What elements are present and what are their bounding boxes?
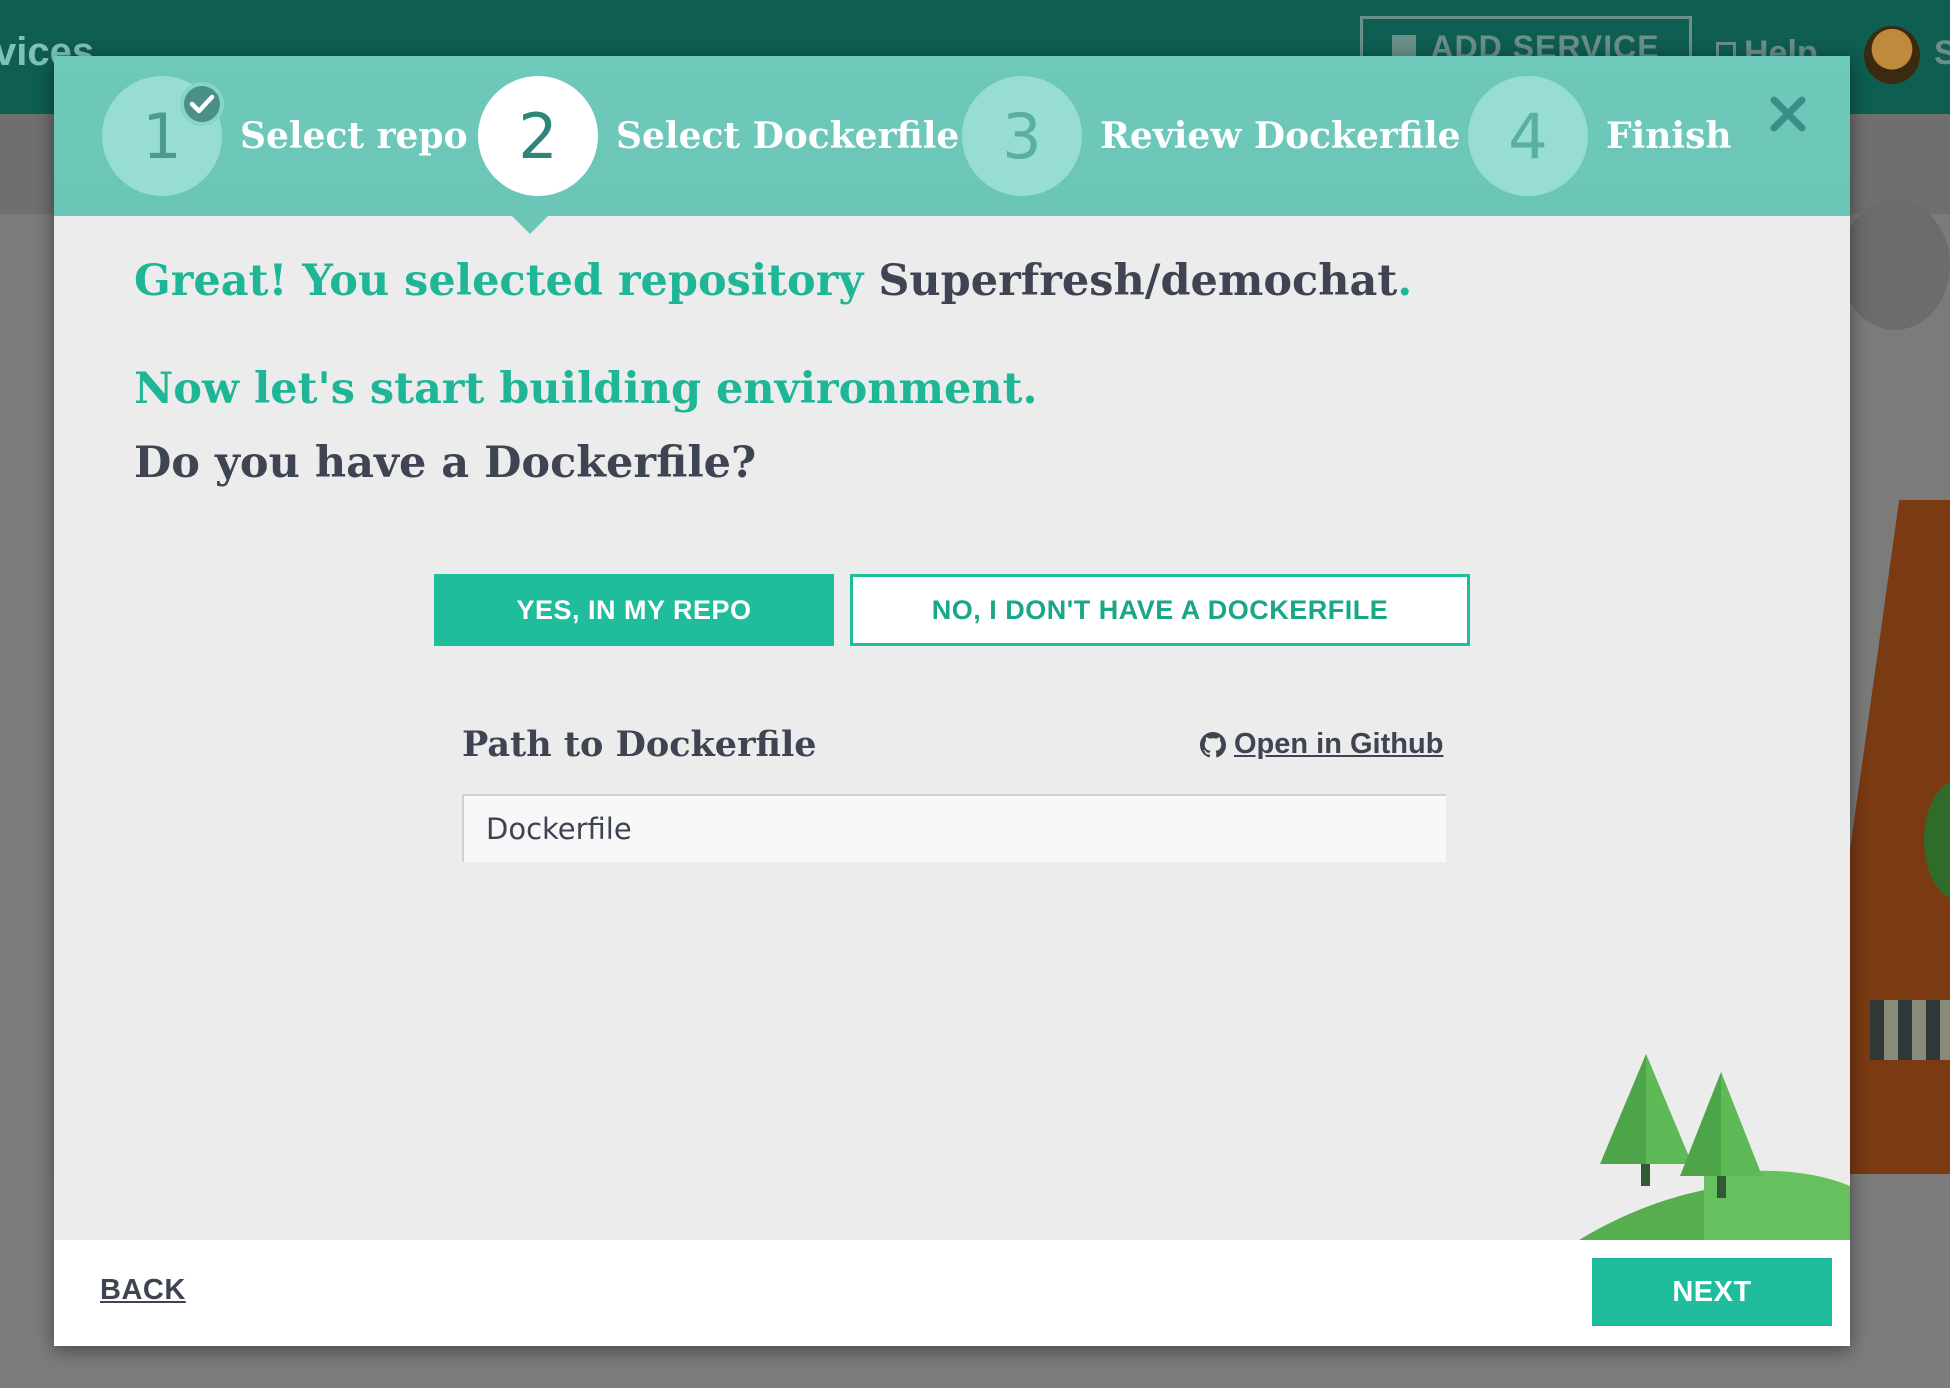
open-in-github-label: Open in Github bbox=[1234, 728, 1444, 760]
checker-illustration bbox=[1870, 1000, 1950, 1060]
step-select-repo[interactable]: 1 Select repo bbox=[102, 76, 468, 196]
step-label: Select repo bbox=[240, 115, 468, 157]
step-number: 3 bbox=[1002, 99, 1042, 173]
step-select-dockerfile[interactable]: 2 Select Dockerfile bbox=[478, 76, 959, 196]
open-in-github-link[interactable]: Open in Github bbox=[1200, 728, 1443, 761]
step-review-dockerfile[interactable]: 3 Review Dockerfile bbox=[962, 76, 1461, 196]
no-dockerfile-button[interactable]: NO, I DON'T HAVE A DOCKERFILE bbox=[850, 574, 1470, 646]
dockerfile-path-input[interactable] bbox=[462, 794, 1446, 862]
yes-in-my-repo-button[interactable]: YES, IN MY REPO bbox=[434, 574, 834, 646]
cloud-illustration bbox=[1840, 200, 1950, 330]
step-number-circle: 3 bbox=[962, 76, 1082, 196]
github-icon bbox=[1200, 731, 1226, 757]
selected-repo-heading: Great! You selected repository Superfres… bbox=[134, 256, 1412, 306]
step-number: 4 bbox=[1508, 99, 1548, 173]
step-number-circle: 1 bbox=[102, 76, 224, 196]
selected-repo-suffix: . bbox=[1397, 256, 1413, 306]
step-number-circle: 2 bbox=[478, 76, 598, 196]
back-button[interactable]: BACK bbox=[100, 1274, 186, 1307]
user-name: S bbox=[1934, 34, 1950, 72]
step-number: 1 bbox=[142, 99, 182, 173]
step-number: 2 bbox=[518, 99, 558, 173]
step-number-circle: 4 bbox=[1468, 76, 1588, 196]
step-label: Review Dockerfile bbox=[1100, 115, 1461, 157]
checkmark-icon bbox=[180, 82, 224, 126]
step-label: Select Dockerfile bbox=[616, 115, 960, 157]
dockerfile-question: Do you have a Dockerfile? bbox=[134, 438, 757, 488]
step-finish[interactable]: 4 Finish bbox=[1468, 76, 1732, 196]
close-icon bbox=[1770, 96, 1806, 132]
user-avatar[interactable] bbox=[1864, 26, 1920, 84]
close-button[interactable] bbox=[1766, 92, 1810, 136]
step-label: Finish bbox=[1606, 115, 1732, 157]
active-step-pointer bbox=[512, 216, 548, 234]
build-environment-heading: Now let's start building environment. bbox=[134, 364, 1038, 414]
selected-repo-prefix: Great! You selected repository bbox=[134, 256, 864, 306]
next-button[interactable]: NEXT bbox=[1592, 1258, 1832, 1326]
wizard-steps-header: 1 Select repo 2 Select Dockerfile 3 Revi… bbox=[54, 56, 1850, 216]
selected-repo-name: Superfresh/demochat bbox=[878, 256, 1398, 306]
wizard-footer: BACK NEXT bbox=[54, 1240, 1850, 1346]
add-service-wizard-modal: 1 Select repo 2 Select Dockerfile 3 Revi… bbox=[54, 56, 1850, 1346]
path-to-dockerfile-label: Path to Dockerfile bbox=[462, 724, 817, 765]
